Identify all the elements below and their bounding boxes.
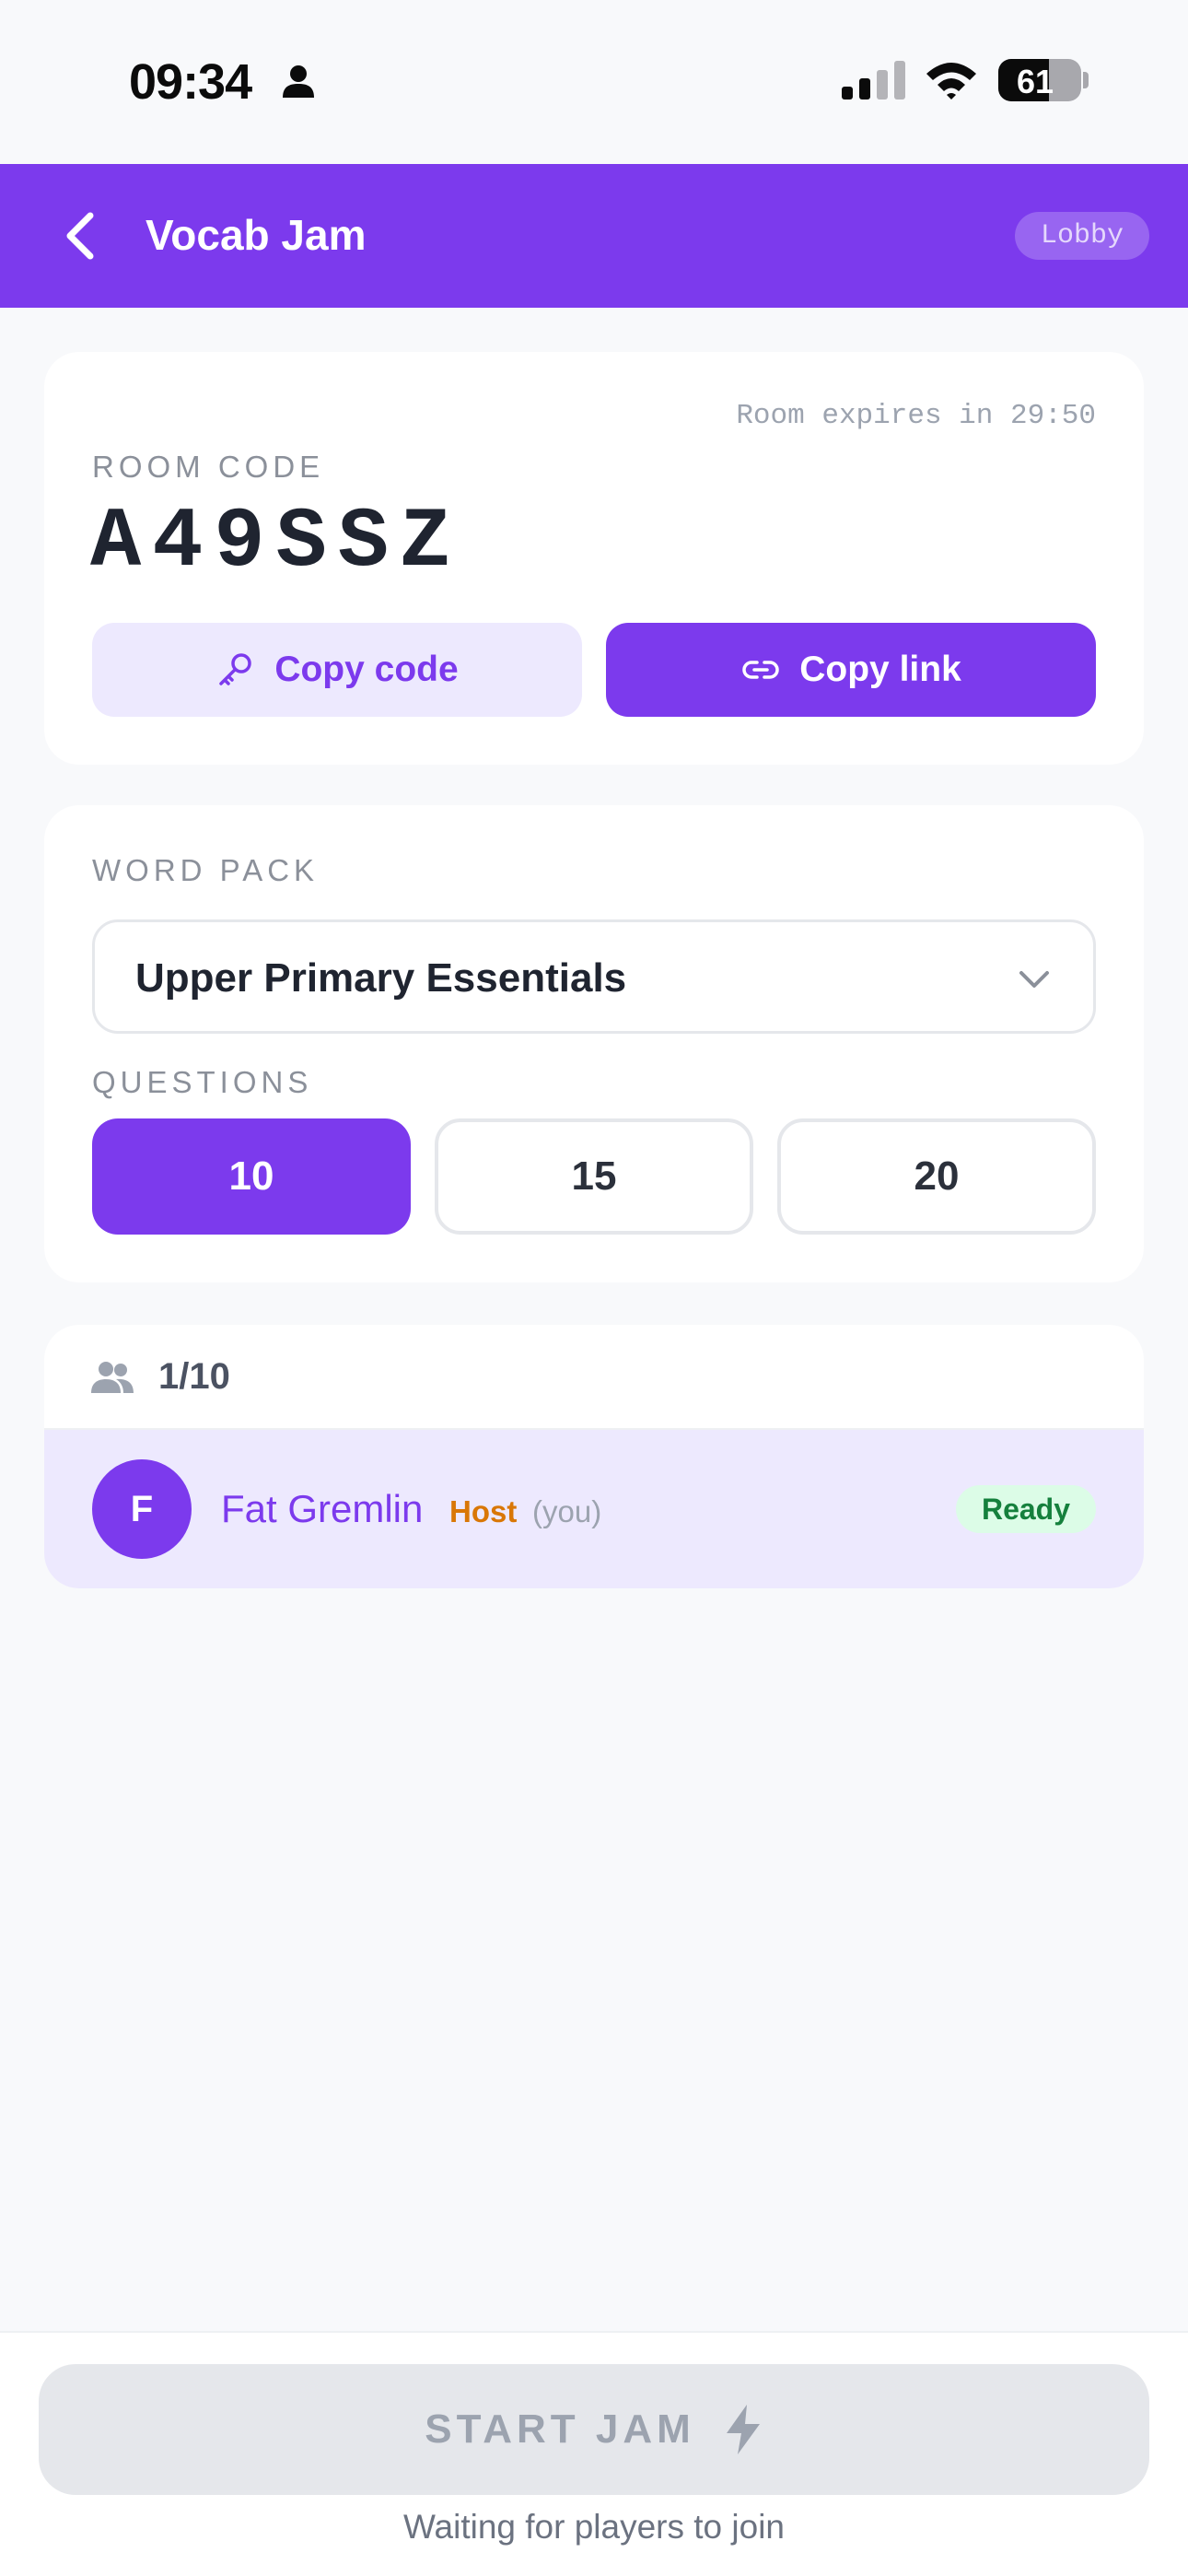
- room-expiry: Room expires in 29:50: [736, 400, 1096, 432]
- start-jam-label: START JAM: [425, 2406, 695, 2452]
- question-option-15[interactable]: 15: [435, 1118, 753, 1235]
- question-option-20[interactable]: 20: [777, 1118, 1096, 1235]
- copy-code-label: Copy code: [274, 650, 459, 689]
- chevron-left-icon: [66, 212, 94, 260]
- lobby-badge: Lobby: [1014, 212, 1149, 260]
- list-item: F Fat Gremlin Host (you) Ready: [44, 1430, 1144, 1588]
- status-time: 09:34: [129, 54, 252, 110]
- word-pack-value: Upper Primary Essentials: [135, 955, 627, 1001]
- app-header: Vocab Jam Lobby: [0, 164, 1188, 308]
- settings-card: WORD PACK Upper Primary Essentials QUEST…: [44, 805, 1144, 1282]
- bolt-icon: [726, 2405, 760, 2454]
- link-icon: [742, 661, 779, 679]
- avatar-initial: F: [130, 1488, 154, 1529]
- person-icon: [283, 65, 314, 98]
- question-option-10[interactable]: 10: [92, 1118, 411, 1235]
- wifi-icon: [926, 63, 976, 100]
- players-card: 1/10 F Fat Gremlin Host (you) Ready: [44, 1325, 1144, 1588]
- room-code: A49SSZ: [90, 494, 462, 591]
- room-code-label: ROOM CODE: [92, 450, 325, 484]
- players-count: 1/10: [158, 1356, 230, 1397]
- players-header: 1/10: [44, 1325, 1144, 1430]
- player-name: Fat Gremlin: [221, 1487, 424, 1530]
- start-jam-button[interactable]: START JAM: [39, 2364, 1149, 2495]
- status-bar: 09:34 61: [0, 0, 1188, 164]
- room-card: Room expires in 29:50 ROOM CODE A49SSZ C…: [44, 352, 1144, 765]
- chevron-down-icon: [1019, 971, 1049, 988]
- back-button[interactable]: [55, 205, 111, 267]
- copy-code-button[interactable]: Copy code: [92, 623, 582, 717]
- signal-icon: [842, 61, 905, 100]
- status-badge: Ready: [955, 1485, 1096, 1533]
- questions-label: QUESTIONS: [92, 1065, 313, 1099]
- you-tag: (you): [532, 1494, 602, 1528]
- word-pack-select[interactable]: Upper Primary Essentials: [92, 919, 1096, 1034]
- word-pack-label: WORD PACK: [92, 853, 320, 887]
- battery-level: 61: [1016, 63, 1054, 100]
- waiting-text: Waiting for players to join: [402, 2508, 786, 2546]
- question-option-label: 15: [571, 1153, 617, 1199]
- footer: START JAM Waiting for players to join: [0, 2331, 1188, 2576]
- question-option-label: 10: [228, 1153, 274, 1199]
- host-tag: Host: [449, 1494, 518, 1528]
- copy-link-button[interactable]: Copy link: [606, 623, 1096, 717]
- avatar: F: [92, 1459, 192, 1559]
- copy-link-label: Copy link: [799, 650, 961, 689]
- battery-icon: 61: [998, 59, 1081, 101]
- battery-tip: [1083, 72, 1089, 88]
- key-icon: [219, 653, 252, 685]
- question-option-label: 20: [914, 1153, 960, 1199]
- page-title: Vocab Jam: [146, 211, 367, 259]
- users-icon: [91, 1362, 134, 1393]
